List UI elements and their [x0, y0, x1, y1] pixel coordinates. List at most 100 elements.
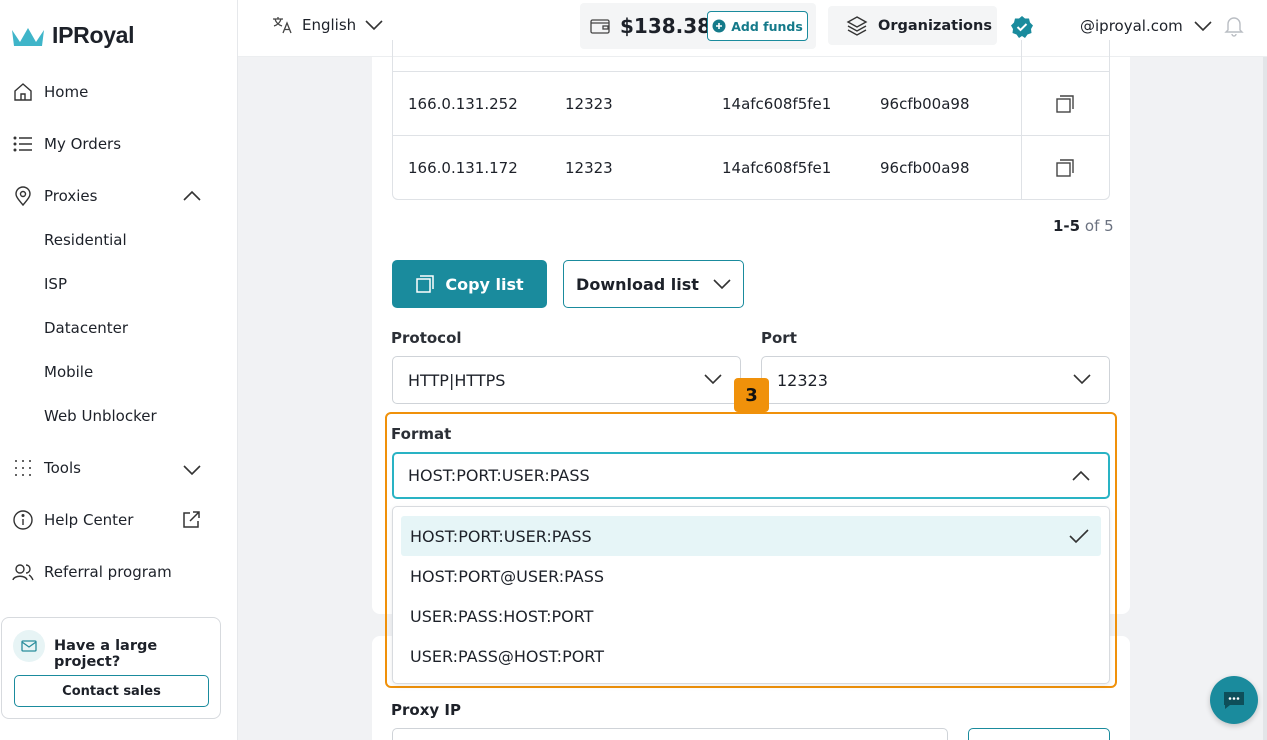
- add-funds-label: Add funds: [731, 18, 803, 34]
- format-option[interactable]: HOST:PORT:USER:PASS: [401, 516, 1101, 556]
- plus-circle-icon: [712, 19, 726, 33]
- pager-total: of 5: [1084, 217, 1114, 235]
- crown-logo-icon: [12, 27, 44, 46]
- column-divider: [1021, 72, 1022, 136]
- cell-port: 12323: [565, 159, 613, 177]
- sidebar-item-referral[interactable]: Referral program: [12, 561, 172, 583]
- port-label: Port: [761, 329, 797, 347]
- sidebar-item-help-center[interactable]: Help Center: [12, 509, 133, 531]
- cell-pass: 96cfb00a98: [880, 95, 970, 113]
- protocol-select[interactable]: HTTP|HTTPS: [392, 356, 741, 404]
- bell-icon[interactable]: [1224, 15, 1244, 37]
- format-option-label: HOST:PORT@USER:PASS: [410, 566, 605, 586]
- step-badge: 3: [734, 378, 769, 412]
- copy-icon: [416, 275, 435, 293]
- table-row: 166.0.131.172 12323 14afc608f5fe1 96cfb0…: [393, 135, 1109, 200]
- promo-card: Have a large project? Contact sales: [1, 617, 221, 719]
- cell-pass: 96cfb00a98: [880, 159, 970, 177]
- sidebar-item-residential[interactable]: Residential: [44, 231, 127, 249]
- sidebar-item-label: Tools: [44, 459, 81, 477]
- port-value: 12323: [777, 370, 828, 390]
- download-list-button[interactable]: Download list: [563, 260, 744, 308]
- format-option[interactable]: HOST:PORT@USER:PASS: [401, 556, 1101, 596]
- format-option-label: HOST:PORT:USER:PASS: [410, 526, 592, 546]
- format-dropdown: HOST:PORT:USER:PASS HOST:PORT@USER:PASS …: [392, 506, 1110, 684]
- sidebar-item-proxies[interactable]: Proxies: [12, 185, 97, 207]
- proxy-ip-label: Proxy IP: [391, 701, 461, 719]
- chevron-down-icon: [365, 20, 383, 31]
- sidebar-item-label: Proxies: [44, 187, 98, 205]
- verified-badge-icon: [1011, 16, 1033, 38]
- list-icon: [12, 133, 34, 155]
- protocol-value: HTTP|HTTPS: [408, 370, 506, 390]
- format-option-label: USER:PASS@HOST:PORT: [410, 646, 605, 666]
- translate-icon: [273, 17, 292, 34]
- sidebar-item-tools[interactable]: Tools: [12, 457, 81, 479]
- proxy-ip-button[interactable]: [968, 728, 1110, 740]
- copy-icon[interactable]: [1055, 158, 1075, 178]
- sidebar-item-home[interactable]: Home: [12, 81, 88, 103]
- chat-widget-button[interactable]: [1210, 676, 1258, 724]
- sidebar-item-my-orders[interactable]: My Orders: [12, 133, 121, 155]
- copy-icon[interactable]: [1055, 94, 1075, 114]
- scrollbar[interactable]: [1263, 57, 1267, 740]
- column-divider: [1021, 136, 1022, 200]
- users-icon: [12, 561, 34, 583]
- sidebar-item-mobile[interactable]: Mobile: [44, 363, 93, 381]
- proxy-ip-input[interactable]: [392, 728, 948, 740]
- add-funds-button[interactable]: Add funds: [707, 11, 808, 41]
- port-select[interactable]: 12323: [761, 356, 1110, 404]
- sidebar-item-datacenter[interactable]: Datacenter: [44, 319, 128, 337]
- download-list-label: Download list: [576, 274, 699, 294]
- proxy-table: 166.0.131.252 12323 14afc608f5fe1 96cfb0…: [392, 40, 1110, 200]
- chevron-up-icon[interactable]: [183, 188, 201, 206]
- sidebar-item-label: Home: [44, 83, 89, 101]
- organizations-label: Organizations: [878, 17, 992, 34]
- account-email: @iproyal.com: [1080, 17, 1183, 35]
- pager-range: 1-5: [1053, 217, 1081, 235]
- column-divider: [1021, 40, 1022, 71]
- cell-port: 12323: [565, 95, 613, 113]
- format-label: Format: [391, 425, 452, 443]
- sidebar-item-web-unblocker[interactable]: Web Unblocker: [44, 407, 157, 425]
- protocol-label: Protocol: [391, 329, 462, 347]
- copy-list-label: Copy list: [445, 274, 524, 294]
- account-menu[interactable]: @iproyal.com: [1080, 17, 1213, 35]
- chevron-up-icon: [1072, 470, 1090, 481]
- check-icon: [1069, 529, 1089, 544]
- cell-user: 14afc608f5fe1: [722, 159, 832, 177]
- chat-icon: [1224, 692, 1244, 709]
- home-icon: [12, 81, 34, 103]
- cell-ip: 166.0.131.172: [408, 159, 518, 177]
- balance-amount: $138.38: [620, 14, 712, 38]
- table-row: 166.0.131.252 12323 14afc608f5fe1 96cfb0…: [393, 71, 1109, 136]
- sidebar-item-label: Referral program: [44, 563, 172, 581]
- format-option[interactable]: USER:PASS@HOST:PORT: [401, 636, 1101, 676]
- grid-dots-icon: [12, 457, 34, 479]
- sidebar-item-label: My Orders: [44, 135, 122, 153]
- promo-title: Have a large project?: [54, 638, 158, 670]
- chevron-down-icon: [704, 374, 722, 385]
- chevron-down-icon[interactable]: [183, 462, 201, 480]
- cell-ip: 166.0.131.252: [408, 95, 518, 113]
- wallet-icon: [590, 19, 610, 34]
- location-pin-icon: [12, 185, 34, 207]
- sidebar: IPRoyal Home My Orders Proxies Residenti…: [0, 0, 238, 740]
- chevron-down-icon: [1194, 21, 1212, 32]
- format-option-label: USER:PASS:HOST:PORT: [410, 606, 594, 626]
- copy-list-button[interactable]: Copy list: [392, 260, 547, 308]
- sidebar-item-isp[interactable]: ISP: [44, 275, 67, 293]
- language-selector[interactable]: English: [272, 15, 384, 35]
- logo[interactable]: IPRoyal: [12, 22, 135, 49]
- format-option[interactable]: USER:PASS:HOST:PORT: [401, 596, 1101, 636]
- logo-text: IPRoyal: [52, 22, 135, 48]
- contact-sales-button[interactable]: Contact sales: [14, 675, 209, 707]
- layers-icon: [846, 15, 868, 36]
- info-icon: [12, 509, 34, 531]
- chevron-down-icon: [713, 279, 731, 290]
- language-label: English: [302, 16, 357, 34]
- chevron-down-icon: [1073, 374, 1091, 385]
- cell-user: 14afc608f5fe1: [722, 95, 832, 113]
- sidebar-item-label: Help Center: [44, 511, 134, 529]
- format-select[interactable]: HOST:PORT:USER:PASS: [392, 452, 1110, 499]
